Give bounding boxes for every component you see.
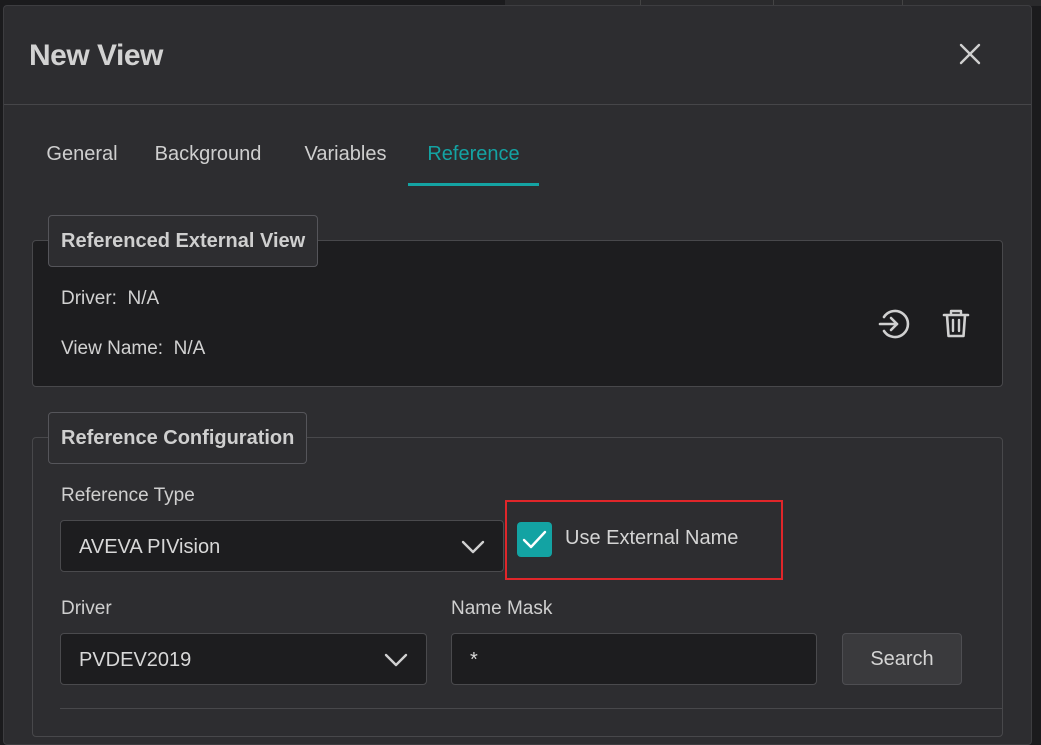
tab-bar: General Background Variables Reference xyxy=(25,130,625,186)
trash-icon xyxy=(942,309,970,338)
driver-info-label: Driver: xyxy=(61,288,117,309)
reference-configuration-panel xyxy=(32,437,1003,737)
tab-general[interactable]: General xyxy=(44,130,120,186)
tab-reference[interactable]: Reference xyxy=(408,130,539,186)
reference-type-label: Reference Type xyxy=(61,485,195,506)
checkmark-icon xyxy=(522,530,547,549)
name-mask-label: Name Mask xyxy=(451,598,553,619)
open-reference-icon xyxy=(878,309,910,339)
name-mask-input[interactable]: * xyxy=(451,633,817,685)
reference-type-select[interactable]: AVEVA PIVision xyxy=(60,520,504,572)
delete-reference-button[interactable] xyxy=(938,306,974,342)
backdrop-edge xyxy=(1031,40,1041,724)
view-name-info-value: N/A xyxy=(173,338,206,359)
reference-type-value: AVEVA PIVision xyxy=(79,536,221,558)
dialog-header: New View xyxy=(4,6,1031,105)
close-button[interactable] xyxy=(952,36,988,72)
driver-select[interactable]: PVDEV2019 xyxy=(60,633,427,685)
chevron-down-icon xyxy=(384,653,408,667)
chevron-down-icon xyxy=(461,540,485,554)
use-external-name-checkbox[interactable] xyxy=(517,522,552,557)
tab-background[interactable]: Background xyxy=(150,130,266,186)
view-name-info: View Name: N/A xyxy=(61,338,205,360)
reference-configuration-legend: Reference Configuration xyxy=(48,412,308,464)
driver-info: Driver: N/A xyxy=(61,288,159,310)
driver-info-value: N/A xyxy=(127,288,160,309)
driver-label: Driver xyxy=(61,598,112,619)
divider xyxy=(60,708,1002,709)
driver-value: PVDEV2019 xyxy=(79,649,192,671)
referenced-external-view-legend: Referenced External View xyxy=(48,215,319,267)
view-name-info-label: View Name: xyxy=(61,338,164,359)
search-button[interactable]: Search xyxy=(842,633,962,685)
close-icon xyxy=(959,43,981,65)
dialog-title: New View xyxy=(29,39,163,72)
tab-variables[interactable]: Variables xyxy=(299,130,392,186)
open-reference-button[interactable] xyxy=(876,306,912,342)
name-mask-value: * xyxy=(470,649,478,671)
use-external-name-label[interactable]: Use External Name xyxy=(565,527,738,550)
